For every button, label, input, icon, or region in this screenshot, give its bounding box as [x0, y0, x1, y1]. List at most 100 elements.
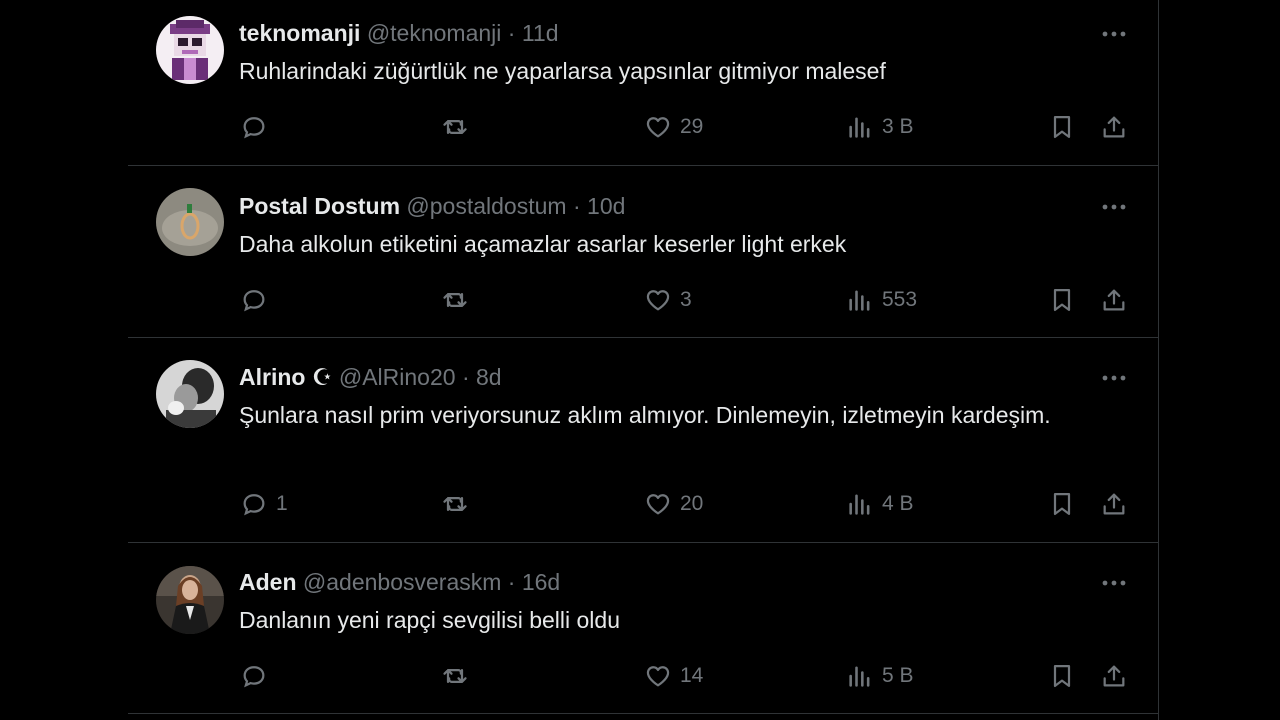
reply-icon [243, 290, 265, 312]
author-handle[interactable]: @postaldostum [406, 193, 566, 219]
views-count: 5 B [882, 664, 914, 687]
reply-button[interactable] [240, 110, 276, 144]
views-button[interactable]: 4 B [846, 487, 914, 521]
share-button[interactable] [1100, 487, 1128, 521]
share-icon [1103, 116, 1125, 138]
like-count: 14 [680, 664, 704, 687]
timeline: teknomanji @teknomanji · 11d Ruhlarindak… [128, 0, 1159, 720]
author-name[interactable]: teknomanji [239, 20, 360, 46]
tweet-actions: 3 553 [128, 283, 1158, 317]
retweet-icon [443, 497, 467, 511]
tweet-header: Postal Dostum @postaldostum · 10d [239, 192, 625, 220]
timestamp[interactable]: 8d [476, 364, 502, 390]
author-handle[interactable]: @teknomanji [367, 20, 502, 46]
heart-icon [646, 117, 670, 138]
timestamp[interactable]: 16d [522, 569, 560, 595]
retweet-button[interactable] [441, 487, 477, 521]
bookmark-button[interactable] [1048, 110, 1076, 144]
reply-button[interactable] [240, 283, 276, 317]
reply-count: 1 [276, 492, 288, 515]
retweet-button[interactable] [441, 110, 477, 144]
author-name[interactable]: Postal Dostum [239, 193, 400, 219]
tweet-header: teknomanji @teknomanji · 11d [239, 19, 559, 47]
analytics-icon [849, 290, 870, 311]
avatar[interactable] [156, 188, 224, 256]
reply-button[interactable] [240, 659, 276, 693]
author-handle[interactable]: @adenbosveraskm [303, 569, 502, 595]
analytics-icon [849, 494, 870, 515]
more-options-icon[interactable] [1100, 197, 1128, 217]
retweet-button[interactable] [441, 283, 477, 317]
avatar[interactable] [156, 16, 224, 84]
like-button[interactable]: 20 [644, 487, 703, 521]
avatar[interactable] [156, 360, 224, 428]
tweet[interactable]: Alrino ☪ @AlRino20 · 8d Şunlara nasıl pr… [128, 338, 1158, 543]
views-count: 4 B [882, 492, 914, 515]
author-handle[interactable]: @AlRino20 [339, 364, 456, 390]
separator: · [572, 193, 581, 219]
timestamp[interactable]: 10d [587, 193, 625, 219]
reply-icon [243, 117, 265, 139]
timestamp[interactable]: 11d [522, 20, 559, 46]
share-icon [1103, 289, 1125, 311]
retweet-icon [443, 669, 467, 683]
views-count: 553 [882, 288, 918, 311]
views-button[interactable]: 5 B [846, 659, 914, 693]
tweet-header: Aden @adenbosveraskm · 16d [239, 568, 560, 596]
ring-photo-avatar [156, 188, 224, 256]
bookmark-button[interactable] [1048, 659, 1076, 693]
analytics-icon [849, 117, 870, 138]
tweet-actions: 1 20 4 B [128, 487, 1158, 521]
tweet-text: Şunlara nasıl prim veriyorsunuz aklım al… [239, 402, 1051, 428]
avatar[interactable] [156, 566, 224, 634]
separator: · [507, 569, 516, 595]
bookmark-icon [1053, 288, 1071, 312]
tweet-header: Alrino ☪ @AlRino20 · 8d [239, 363, 502, 391]
author-name[interactable]: Alrino [239, 364, 305, 390]
tweet-actions: 14 5 B [128, 659, 1158, 693]
tweet-actions: 29 3 B [128, 110, 1158, 144]
author-badge: ☪ [311, 364, 333, 390]
woman-photo-avatar [156, 566, 224, 634]
reply-icon [243, 666, 265, 688]
like-button[interactable]: 3 [644, 283, 692, 317]
person-photo-avatar [156, 360, 224, 428]
tweet[interactable]: Aden @adenbosveraskm · 16d Danlanın yeni… [128, 543, 1158, 714]
share-button[interactable] [1100, 283, 1128, 317]
separator: · [461, 364, 470, 390]
share-icon [1103, 493, 1125, 515]
like-button[interactable]: 14 [644, 659, 703, 693]
pixel-art-character-avatar [156, 16, 224, 84]
retweet-icon [443, 120, 467, 134]
heart-icon [646, 494, 670, 515]
tweet[interactable]: teknomanji @teknomanji · 11d Ruhlarindak… [128, 0, 1158, 166]
share-icon [1103, 665, 1125, 687]
share-button[interactable] [1100, 110, 1128, 144]
tweet-text: Daha alkolun etiketini açamazlar asarlar… [239, 231, 847, 257]
bookmark-button[interactable] [1048, 283, 1076, 317]
bookmark-icon [1053, 664, 1071, 688]
bookmark-icon [1053, 492, 1071, 516]
bookmark-button[interactable] [1048, 487, 1076, 521]
views-button[interactable]: 553 [846, 283, 917, 317]
author-name[interactable]: Aden [239, 569, 297, 595]
heart-icon [646, 666, 670, 687]
tweet-text: Ruhlarindaki züğürtlük ne yaparlarsa yap… [239, 58, 886, 84]
views-count: 3 B [882, 115, 914, 138]
share-button[interactable] [1100, 659, 1128, 693]
like-button[interactable]: 29 [644, 110, 703, 144]
like-count: 20 [680, 492, 704, 515]
reply-button[interactable]: 1 [240, 487, 288, 521]
retweet-button[interactable] [441, 659, 477, 693]
like-count: 3 [680, 288, 692, 311]
views-button[interactable]: 3 B [846, 110, 914, 144]
more-options-icon[interactable] [1100, 573, 1128, 593]
bookmark-icon [1053, 115, 1071, 139]
reply-icon [243, 494, 265, 516]
more-options-icon[interactable] [1100, 368, 1128, 388]
tweet-text: Danlanın yeni rapçi sevgilisi belli oldu [239, 607, 620, 633]
tweet[interactable]: Postal Dostum @postaldostum · 10d Daha a… [128, 168, 1158, 338]
separator: · [507, 20, 516, 46]
more-options-icon[interactable] [1100, 24, 1128, 44]
heart-icon [646, 290, 670, 311]
